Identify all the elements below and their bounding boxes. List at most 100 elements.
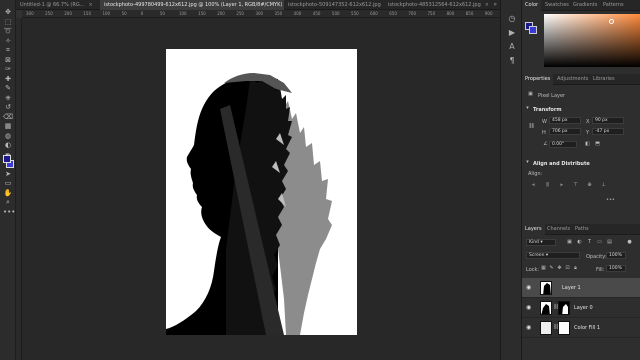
filter-pixel-icon[interactable]: ▣: [566, 239, 573, 246]
blend-mode-select[interactable]: Screen ▾: [526, 252, 580, 259]
close-icon[interactable]: ×: [485, 2, 488, 8]
crop-icon[interactable]: ⌗: [3, 46, 13, 54]
filter-toggle-icon[interactable]: ●: [626, 239, 633, 246]
align-middle-icon[interactable]: ⊕: [586, 182, 593, 189]
tab-istockphoto-499780499[interactable]: istockphoto-499780499-612x612.jpg @ 100%…: [100, 0, 284, 10]
lock-artboard-icon[interactable]: ⊡: [564, 265, 571, 272]
marquee-icon[interactable]: ⬚: [3, 18, 13, 26]
layer-row-layer-1[interactable]: ◉ Layer 1: [522, 278, 640, 298]
healing-brush-icon[interactable]: ✚: [3, 75, 13, 83]
tab-adjustments[interactable]: Adjustments: [554, 74, 591, 85]
paragraph-icon[interactable]: ¶: [507, 56, 517, 66]
collapse-caret-icon[interactable]: ▾: [524, 159, 531, 166]
ruler-tick-label: 450: [312, 11, 321, 16]
ruler-tick-label: 750: [427, 11, 436, 16]
align-center-icon[interactable]: ⫼: [544, 182, 551, 189]
tab-paths[interactable]: Paths: [572, 224, 592, 235]
lock-all-icon[interactable]: 🔒︎: [572, 265, 579, 272]
visibility-eye-icon[interactable]: ◉: [526, 284, 534, 292]
tab-gradients[interactable]: Gradients: [570, 0, 600, 11]
filter-type-icon[interactable]: T: [586, 239, 593, 246]
path-select-icon[interactable]: ➤: [3, 170, 13, 178]
tab-label: Untitled-1 @ 66.7% (RG...: [20, 2, 85, 8]
x-field[interactable]: 90 px: [592, 117, 624, 124]
tab-properties[interactable]: Properties: [522, 74, 554, 85]
align-bottom-icon[interactable]: ⊥: [600, 182, 607, 189]
filter-adjustment-icon[interactable]: ◐: [576, 239, 583, 246]
frame-icon[interactable]: ⊠: [3, 56, 13, 64]
height-field[interactable]: 706 px: [549, 128, 581, 135]
move-icon[interactable]: ✥: [3, 8, 13, 16]
tab-untitled-1[interactable]: Untitled-1 @ 66.7% (RG... ×: [16, 0, 100, 10]
layer-name[interactable]: Layer 0: [574, 305, 593, 311]
filter-smart-object-icon[interactable]: ▤: [606, 239, 613, 246]
close-icon[interactable]: ×: [88, 2, 92, 8]
collapse-caret-icon[interactable]: ▾: [524, 105, 531, 112]
align-left-icon[interactable]: ⫷: [530, 182, 537, 189]
tab-layers[interactable]: Layers: [522, 224, 545, 235]
layer-name[interactable]: Color Fill 1: [574, 325, 600, 331]
ruler-tick-label: 500: [331, 11, 340, 16]
history-brush-icon[interactable]: ↺: [3, 103, 13, 111]
tab-istockphoto-509147352[interactable]: istockphoto-509147352-612x612.jpg×: [284, 0, 384, 10]
tab-channels[interactable]: Channels: [544, 224, 573, 235]
visibility-eye-icon[interactable]: ◉: [526, 324, 534, 332]
layer-name[interactable]: Layer 1: [562, 285, 581, 291]
lock-position-icon[interactable]: ✥: [556, 265, 563, 272]
canvas-area[interactable]: [22, 18, 500, 360]
brush-icon[interactable]: ✎: [3, 84, 13, 92]
x-label: X: [586, 119, 590, 125]
lock-pixels-icon[interactable]: ✎: [548, 265, 555, 272]
history-icon[interactable]: ◷: [507, 14, 517, 24]
layer-row-layer-0[interactable]: ◉ ⛓ Layer 0: [522, 298, 640, 318]
eraser-icon[interactable]: ⌫: [3, 113, 13, 121]
more-tools-icon[interactable]: •••: [3, 208, 15, 216]
align-right-icon[interactable]: ⫸: [558, 182, 565, 189]
zoom-icon[interactable]: ⌕: [3, 198, 13, 206]
flip-horizontal-icon[interactable]: ◧: [584, 141, 591, 148]
ruler-tick-label: 550: [351, 11, 359, 16]
fill-field[interactable]: 100%: [606, 265, 626, 272]
ruler-tick-label: 200: [217, 11, 225, 16]
opacity-field[interactable]: 100%: [606, 252, 626, 259]
quick-select-icon[interactable]: ✧: [3, 37, 13, 45]
tab-patterns[interactable]: Patterns: [600, 0, 627, 11]
background-color-swatch[interactable]: [529, 26, 537, 34]
y-field[interactable]: -47 px: [592, 128, 624, 135]
more-options-icon[interactable]: •••: [606, 197, 615, 203]
filter-shape-icon[interactable]: ▭: [596, 239, 603, 246]
tab-libraries[interactable]: Libraries: [590, 74, 618, 85]
gradient-icon[interactable]: ▦: [3, 122, 13, 130]
color-picker-field[interactable]: [544, 14, 640, 67]
layer-filter-kind[interactable]: Kind ▾: [526, 239, 556, 246]
fill-color-thumbnail[interactable]: [540, 321, 552, 335]
document-canvas[interactable]: [166, 49, 357, 335]
color-picker-cursor[interactable]: [609, 19, 614, 24]
layer-mask-thumbnail[interactable]: [558, 301, 570, 315]
width-field[interactable]: 458 px: [549, 117, 581, 124]
foreground-color-swatch[interactable]: [3, 155, 11, 163]
dodge-icon[interactable]: ◐: [3, 141, 13, 149]
character-icon[interactable]: A: [507, 42, 517, 52]
link-dimensions-icon[interactable]: ⛓: [528, 123, 535, 130]
flip-vertical-icon[interactable]: ⬒: [594, 141, 601, 148]
blur-icon[interactable]: ◍: [3, 132, 13, 140]
lock-transparency-icon[interactable]: ▦: [540, 265, 547, 272]
eyedropper-icon[interactable]: ✑: [3, 65, 13, 73]
actions-icon[interactable]: ▶: [507, 28, 517, 38]
tab-swatches[interactable]: Swatches: [542, 0, 572, 11]
tab-overflow-icon[interactable]: »: [493, 0, 497, 10]
tab-istockphoto-485312564[interactable]: istockphoto-485312564-612x612.jpg ×: [384, 0, 488, 10]
right-panel: Color Swatches Gradients Patterns Proper…: [522, 0, 640, 360]
hand-icon[interactable]: ✋: [3, 189, 13, 197]
tab-color[interactable]: Color: [522, 0, 542, 11]
angle-field[interactable]: 0.00°: [549, 141, 577, 148]
tools-panel: ✥⬚➰✧⌗⊠✑✚✎⎈↺⌫▦◍◐✒T➤▭✋⌕•••: [0, 0, 16, 360]
rectangle-icon[interactable]: ▭: [3, 179, 13, 187]
clone-stamp-icon[interactable]: ⎈: [3, 94, 13, 102]
layer-row-color-fill-1[interactable]: ◉ ⛓ Color Fill 1: [522, 318, 640, 338]
layer-mask-thumbnail[interactable]: [558, 321, 570, 335]
visibility-eye-icon[interactable]: ◉: [526, 304, 534, 312]
lasso-icon[interactable]: ➰: [3, 27, 13, 35]
align-top-icon[interactable]: ⊤: [572, 182, 579, 189]
